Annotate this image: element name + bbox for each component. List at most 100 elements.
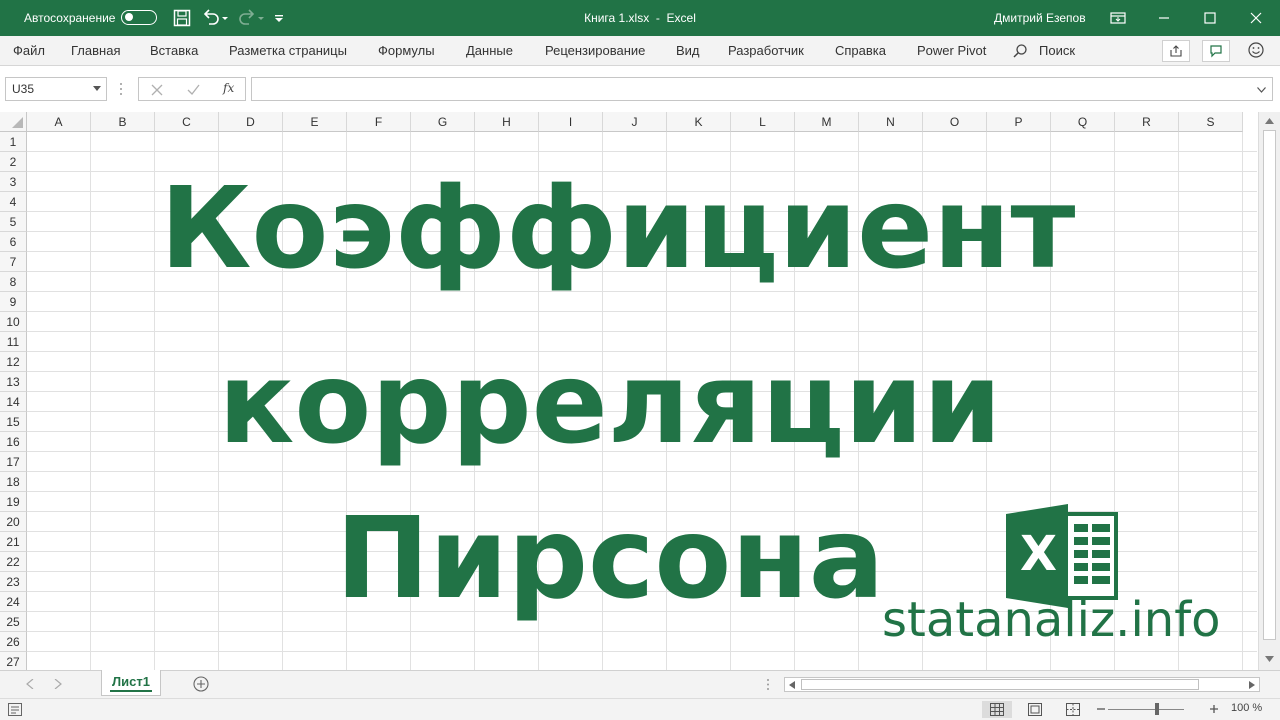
row-header[interactable]: 5 — [0, 212, 27, 232]
row-header[interactable]: 17 — [0, 452, 27, 472]
column-header[interactable]: I — [539, 112, 603, 132]
user-name[interactable]: Дмитрий Езепов — [994, 0, 1086, 36]
undo-icon[interactable] — [201, 8, 221, 28]
next-sheet-icon[interactable] — [54, 679, 62, 689]
row-header[interactable]: 23 — [0, 572, 27, 592]
page-layout-view-button[interactable] — [1020, 701, 1050, 718]
expand-formula-bar-icon[interactable] — [1257, 87, 1266, 93]
column-header[interactable]: L — [731, 112, 795, 132]
sheet-tab-active[interactable]: Лист1 — [101, 670, 161, 696]
row-header[interactable]: 24 — [0, 592, 27, 612]
row-header[interactable]: 22 — [0, 552, 27, 572]
row-header[interactable]: 6 — [0, 232, 27, 252]
name-box[interactable]: U35 — [5, 77, 107, 101]
ribbon-display-options-icon[interactable] — [1108, 8, 1128, 28]
customize-toolbar-icon[interactable] — [272, 8, 286, 28]
tab-formulas[interactable]: Формулы — [378, 36, 435, 66]
row-header[interactable]: 16 — [0, 432, 27, 452]
minimize-icon[interactable] — [1154, 8, 1174, 28]
row-header[interactable]: 26 — [0, 632, 27, 652]
column-header[interactable]: S — [1179, 112, 1243, 132]
row-header[interactable]: 3 — [0, 172, 27, 192]
scroll-down-icon[interactable] — [1265, 656, 1274, 662]
cancel-icon[interactable] — [151, 84, 163, 96]
row-header[interactable]: 1 — [0, 132, 27, 152]
row-header[interactable]: 27 — [0, 652, 27, 670]
prev-sheet-icon[interactable] — [26, 679, 34, 689]
column-header[interactable]: B — [91, 112, 155, 132]
column-header[interactable]: D — [219, 112, 283, 132]
zoom-level[interactable]: 100 % — [1231, 702, 1262, 714]
column-header[interactable]: P — [987, 112, 1051, 132]
search-icon[interactable] — [1012, 43, 1028, 59]
formula-input[interactable] — [251, 77, 1273, 101]
maximize-icon[interactable] — [1200, 8, 1220, 28]
column-header[interactable]: R — [1115, 112, 1179, 132]
autosave-toggle[interactable] — [121, 10, 157, 25]
tab-view[interactable]: Вид — [676, 36, 700, 66]
search-label[interactable]: Поиск — [1039, 36, 1075, 66]
column-header[interactable]: H — [475, 112, 539, 132]
zoom-in-icon[interactable] — [1209, 704, 1219, 714]
row-header[interactable]: 10 — [0, 312, 27, 332]
tab-split-grip-icon[interactable] — [766, 678, 770, 691]
redo-icon[interactable] — [237, 8, 257, 28]
select-all-corner[interactable] — [0, 112, 27, 132]
row-header[interactable]: 11 — [0, 332, 27, 352]
tab-file[interactable]: Файл — [13, 36, 45, 66]
column-header[interactable]: F — [347, 112, 411, 132]
horizontal-scrollbar[interactable] — [784, 677, 1260, 692]
scroll-right-icon[interactable] — [1249, 681, 1255, 689]
column-header[interactable]: E — [283, 112, 347, 132]
column-header[interactable]: J — [603, 112, 667, 132]
column-header[interactable]: O — [923, 112, 987, 132]
page-break-view-button[interactable] — [1058, 701, 1088, 718]
horizontal-scroll-thumb[interactable] — [801, 679, 1199, 690]
vertical-scrollbar[interactable] — [1258, 112, 1280, 670]
tab-page-layout[interactable]: Разметка страницы — [229, 36, 347, 66]
share-button[interactable] — [1162, 40, 1190, 62]
row-header[interactable]: 21 — [0, 532, 27, 552]
zoom-slider-track[interactable] — [1108, 709, 1184, 710]
column-header[interactable]: A — [27, 112, 91, 132]
row-header[interactable]: 2 — [0, 152, 27, 172]
row-header[interactable]: 15 — [0, 412, 27, 432]
row-header[interactable]: 25 — [0, 612, 27, 632]
column-header[interactable]: G — [411, 112, 475, 132]
column-header[interactable]: M — [795, 112, 859, 132]
tab-home[interactable]: Главная — [71, 36, 120, 66]
zoom-slider-thumb[interactable] — [1155, 703, 1159, 715]
undo-dropdown-icon[interactable] — [220, 8, 230, 28]
column-header[interactable]: C — [155, 112, 219, 132]
row-header[interactable]: 9 — [0, 292, 27, 312]
column-header[interactable]: Q — [1051, 112, 1115, 132]
chevron-down-icon[interactable] — [93, 86, 101, 92]
save-icon[interactable] — [172, 8, 192, 28]
row-header[interactable]: 18 — [0, 472, 27, 492]
tab-data[interactable]: Данные — [466, 36, 513, 66]
row-header[interactable]: 4 — [0, 192, 27, 212]
row-header[interactable]: 13 — [0, 372, 27, 392]
row-header[interactable]: 19 — [0, 492, 27, 512]
grip-icon[interactable] — [119, 82, 123, 96]
tab-insert[interactable]: Вставка — [150, 36, 198, 66]
redo-dropdown-icon[interactable] — [256, 8, 266, 28]
tab-power-pivot[interactable]: Power Pivot — [917, 36, 986, 66]
add-sheet-icon[interactable] — [193, 676, 209, 692]
row-header[interactable]: 14 — [0, 392, 27, 412]
tab-review[interactable]: Рецензирование — [545, 36, 645, 66]
scroll-left-icon[interactable] — [789, 681, 795, 689]
comments-button[interactable] — [1202, 40, 1230, 62]
smiley-feedback-icon[interactable] — [1247, 41, 1265, 59]
insert-function-icon[interactable]: fx — [223, 81, 234, 95]
tab-developer[interactable]: Разработчик — [728, 36, 804, 66]
row-header[interactable]: 7 — [0, 252, 27, 272]
column-header[interactable]: K — [667, 112, 731, 132]
zoom-out-icon[interactable] — [1096, 704, 1106, 714]
vertical-scroll-thumb[interactable] — [1263, 130, 1276, 640]
normal-view-button[interactable] — [982, 701, 1012, 718]
tab-help[interactable]: Справка — [835, 36, 886, 66]
close-icon[interactable] — [1246, 8, 1266, 28]
row-header[interactable]: 20 — [0, 512, 27, 532]
scroll-up-icon[interactable] — [1265, 118, 1274, 124]
